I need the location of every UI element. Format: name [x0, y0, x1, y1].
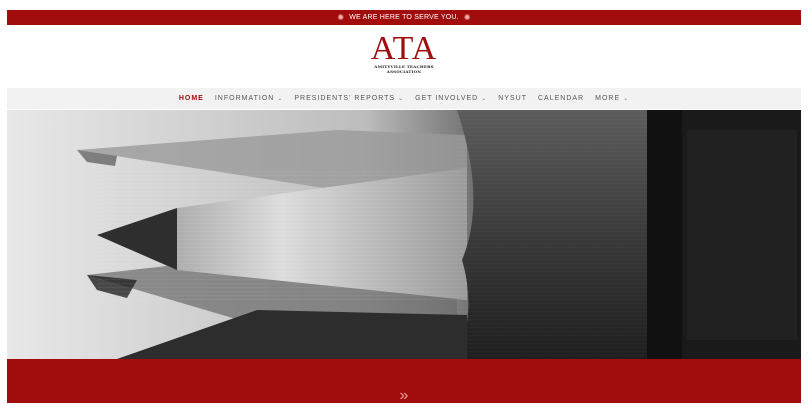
- nav-item-label: HOME: [178, 95, 204, 102]
- announcement-bar: ✺ WE ARE HERE TO SERVE YOU. ✺: [7, 10, 801, 25]
- nav-item-nysut[interactable]: NYSUT: [498, 95, 527, 102]
- announcement-text: WE ARE HERE TO SERVE YOU.: [349, 14, 459, 21]
- nav-item-calendar[interactable]: CALENDAR: [538, 95, 584, 102]
- logo-mark: ATA: [370, 30, 438, 67]
- main-nav: HOME INFORMATION ⌄ PRESIDENTS' REPORTS ⌄…: [7, 88, 801, 109]
- star-icon: ✺: [337, 13, 345, 22]
- nav-item-label: PRESIDENTS' REPORTS: [294, 95, 396, 102]
- double-chevron-right-icon[interactable]: »: [392, 388, 416, 404]
- chevron-down-icon: ⌄: [277, 96, 284, 102]
- pencils-illustration: [7, 110, 801, 359]
- nav-item-home[interactable]: HOME: [179, 95, 204, 102]
- nav-item-label: CALENDAR: [537, 95, 585, 102]
- nav-item-label: NYSUT: [498, 95, 527, 102]
- chevron-down-icon: ⌄: [398, 96, 405, 102]
- hero-image: [7, 110, 801, 359]
- nav-item-label: MORE: [595, 95, 621, 102]
- site-logo[interactable]: ATA AMITYVILLE TEACHERS ASSOCIATION: [7, 30, 801, 75]
- nav-item-information[interactable]: INFORMATION ⌄: [215, 95, 284, 102]
- nav-item-label: INFORMATION: [214, 95, 275, 102]
- chevron-down-icon: ⌄: [623, 96, 630, 102]
- chevron-down-icon: ⌄: [481, 96, 488, 102]
- logo-line-2: ASSOCIATION: [386, 69, 422, 74]
- nav-item-more[interactable]: MORE ⌄: [595, 95, 629, 102]
- star-icon: ✺: [463, 13, 471, 22]
- nav-item-get-involved[interactable]: GET INVOLVED ⌄: [415, 95, 487, 102]
- nav-item-label: GET INVOLVED: [415, 95, 479, 102]
- nav-item-presidents-reports[interactable]: PRESIDENTS' REPORTS ⌄: [294, 95, 404, 102]
- page: ✺ WE ARE HERE TO SERVE YOU. ✺ ATA AMITYV…: [7, 10, 801, 404]
